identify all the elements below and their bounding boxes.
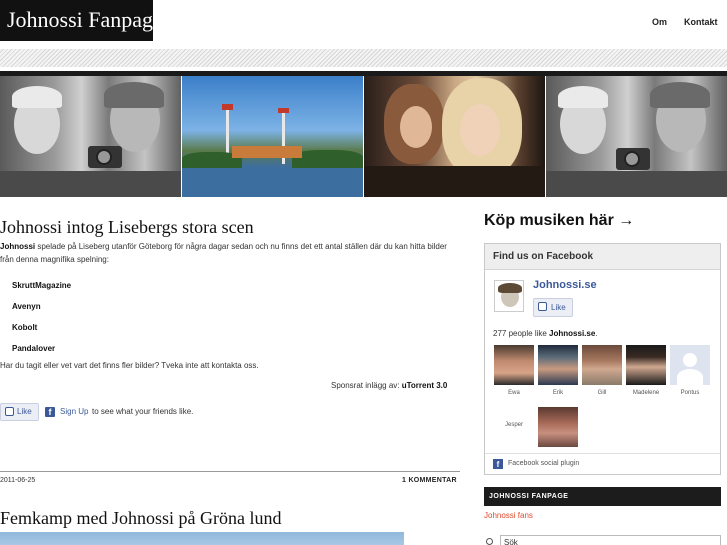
facebook-icon: f [45, 407, 55, 417]
post-intro-text: spelade på Liseberg utanför Göteborg för… [0, 242, 447, 264]
decorative-stripe [0, 49, 727, 67]
post2-image [0, 532, 404, 545]
page-avatar[interactable] [494, 280, 524, 312]
thumbs-up-icon [5, 407, 14, 416]
like-label: Like [551, 303, 566, 312]
fan-name[interactable]: Ewa [493, 390, 535, 396]
fan-name[interactable]: Pontus [669, 390, 711, 396]
widget-heading: JOHNOSSI FANPAGE [484, 487, 721, 506]
fan-avatar[interactable] [582, 345, 622, 385]
facebook-page-like-button[interactable]: Like [533, 298, 573, 317]
post-intro: Johnossi spelade på Liseberg utanför Göt… [0, 240, 460, 266]
sponsor-label: Sponsrat inlägg av: [331, 381, 402, 390]
facebook-like-button[interactable]: Like [0, 403, 39, 421]
signup-link[interactable]: Sign Up [60, 407, 88, 416]
search-input[interactable] [500, 535, 721, 545]
fan-item: Pontus [669, 345, 711, 396]
like-count-suffix: . [595, 329, 598, 338]
link-avenyn[interactable]: Avenyn [12, 302, 41, 311]
post-divider [0, 471, 460, 472]
post-date: 2011-06-25 [0, 477, 36, 484]
banner-image-amusement-park [182, 76, 363, 197]
fan-item: Jesper [493, 422, 535, 428]
link-pandalover[interactable]: Pandalover [12, 344, 55, 353]
fan-name[interactable]: Gill [581, 390, 623, 396]
link-kobolt[interactable]: Kobolt [12, 323, 37, 332]
fan-avatar[interactable] [538, 407, 578, 447]
facebook-page-name[interactable]: Johnossi.se [533, 279, 597, 291]
nav-kontakt[interactable]: Kontakt [684, 17, 718, 27]
sponsor-line: Sponsrat inlägg av: uTorrent 3.0 [331, 381, 447, 390]
facebook-like-box: Find us on Facebook Johnossi.se Like 277… [484, 243, 721, 475]
fan-item: Ewa [493, 345, 535, 396]
fan-name[interactable]: Erik [537, 390, 579, 396]
sponsor-link[interactable]: uTorrent 3.0 [402, 381, 448, 390]
fan-item: Erik [537, 345, 579, 396]
nav-om[interactable]: Om [652, 17, 667, 27]
facebook-box-header: Find us on Facebook [485, 244, 720, 270]
post2-title[interactable]: Femkamp med Johnossi på Gröna lund [0, 508, 281, 529]
search-icon [486, 538, 493, 545]
banner-image-band-right [546, 76, 727, 197]
facebook-plugin-link[interactable]: Facebook social plugin [508, 460, 579, 467]
thumbs-up-icon [538, 302, 547, 311]
link-skruttmagazine[interactable]: SkruttMagazine [12, 281, 71, 290]
fan-item [537, 407, 579, 452]
fan-item: Gill [581, 345, 623, 396]
widget-link-johnossi-fans[interactable]: Johnossi fans [484, 511, 533, 520]
fan-avatar[interactable] [626, 345, 666, 385]
fan-item: Madelene [625, 345, 667, 396]
buy-music-heading[interactable]: Köp musiken här → [484, 212, 634, 230]
site-logo[interactable]: Johnossi Fanpage [0, 0, 163, 41]
fan-name[interactable]: Jesper [493, 422, 535, 428]
like-label: Like [17, 407, 32, 416]
site-header: Johnossi Fanpage Om Kontakt [0, 0, 727, 44]
banner-image-two-women [364, 76, 545, 197]
fan-avatar[interactable] [538, 345, 578, 385]
fan-name[interactable]: Madelene [625, 390, 667, 396]
fan-avatar[interactable] [494, 345, 534, 385]
banner-image-band-left [0, 76, 181, 197]
signup-text: to see what your friends like. [92, 407, 194, 416]
facebook-icon: f [493, 459, 503, 469]
comments-link[interactable]: 1 KOMMENTAR [402, 477, 457, 484]
post-title[interactable]: Johnossi intog Lisebergs stora scen [0, 217, 254, 238]
like-count-page: Johnossi.se [549, 329, 596, 338]
fan-avatar[interactable] [670, 345, 710, 385]
post-intro-bold: Johnossi [0, 242, 36, 251]
post-outro: Har du tagit eller vet vart det finns fl… [0, 361, 259, 370]
like-count-prefix: 277 people like [493, 329, 550, 338]
like-count: 277 people like Johnossi.se. [493, 329, 598, 338]
